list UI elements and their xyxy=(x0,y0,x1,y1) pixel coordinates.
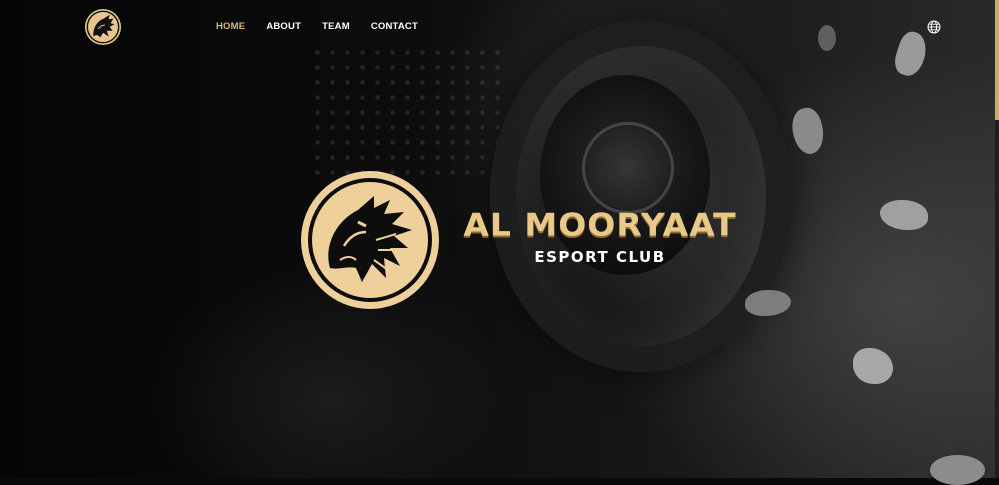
wolf-emblem-icon xyxy=(301,171,439,309)
globe-icon xyxy=(927,20,941,34)
dot-pattern xyxy=(310,45,510,175)
hero-subtitle: ESPORT CLUB xyxy=(534,248,666,266)
nav-about[interactable]: ABOUT xyxy=(266,20,301,33)
site-logo[interactable] xyxy=(84,8,122,46)
scrollbar-thumb[interactable] xyxy=(995,0,999,120)
wolf-logo-icon xyxy=(84,8,122,46)
language-button[interactable] xyxy=(927,19,941,34)
nav-team[interactable]: TEAM xyxy=(322,20,350,33)
hero-emblem xyxy=(300,170,440,310)
headset-logo-emboss xyxy=(582,122,674,214)
hero-title: AL MOORYAAT xyxy=(463,205,737,244)
stone xyxy=(818,25,836,51)
scrollbar[interactable] xyxy=(995,0,999,478)
nav-contact[interactable]: CONTACT xyxy=(371,20,418,33)
nav-home[interactable]: HOME xyxy=(216,20,245,33)
main-nav: HOME ABOUT TEAM CONTACT xyxy=(216,20,439,33)
stone xyxy=(930,455,985,485)
